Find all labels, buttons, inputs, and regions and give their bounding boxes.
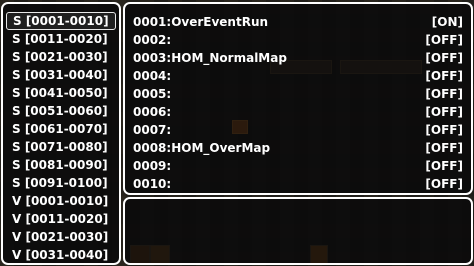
- switch-name: 0008:HOM_OverMap: [133, 141, 271, 155]
- switch-state: [OFF]: [425, 159, 463, 173]
- switch-row[interactable]: 0007: [OFF]: [133, 121, 463, 139]
- group-item[interactable]: S [0061-0070]: [6, 120, 116, 138]
- switch-list-window: 0001:OverEventRun [ON] 0002: [OFF] 0003:…: [123, 2, 473, 195]
- group-item[interactable]: S [0051-0060]: [6, 102, 116, 120]
- group-item[interactable]: S [0041-0050]: [6, 84, 116, 102]
- switch-row[interactable]: 0005: [OFF]: [133, 85, 463, 103]
- group-item[interactable]: S [0091-0100]: [6, 174, 116, 192]
- switch-state: [OFF]: [425, 51, 463, 65]
- switch-name: 0006:: [133, 105, 172, 119]
- switch-row[interactable]: 0004: [OFF]: [133, 67, 463, 85]
- switch-state: [OFF]: [425, 87, 463, 101]
- group-item[interactable]: S [0001-0010]: [6, 12, 116, 30]
- group-item[interactable]: S [0031-0040]: [6, 66, 116, 84]
- switch-row[interactable]: 0010: [OFF]: [133, 175, 463, 193]
- group-item[interactable]: V [0011-0020]: [6, 210, 116, 228]
- switch-state: [OFF]: [425, 141, 463, 155]
- group-item[interactable]: V [0031-0040]: [6, 246, 116, 264]
- switch-state: [OFF]: [425, 123, 463, 137]
- group-item[interactable]: V [0021-0030]: [6, 228, 116, 246]
- switch-name: 0003:HOM_NormalMap: [133, 51, 287, 65]
- switch-row[interactable]: 0008:HOM_OverMap [OFF]: [133, 139, 463, 157]
- switch-row[interactable]: 0001:OverEventRun [ON]: [133, 13, 463, 31]
- group-item[interactable]: S [0011-0020]: [6, 30, 116, 48]
- switch-state: [OFF]: [425, 33, 463, 47]
- switch-name: 0002:: [133, 33, 172, 47]
- switch-name: 0010:: [133, 177, 172, 191]
- switch-state: [ON]: [431, 15, 463, 29]
- switch-group-list-window: S [0001-0010] S [0011-0020] S [0021-0030…: [1, 2, 121, 265]
- switch-row[interactable]: 0002: [OFF]: [133, 31, 463, 49]
- description-window: [123, 197, 473, 265]
- switch-state: [OFF]: [425, 105, 463, 119]
- switch-name: 0009:: [133, 159, 172, 173]
- switch-row[interactable]: 0003:HOM_NormalMap [OFF]: [133, 49, 463, 67]
- switch-state: [OFF]: [425, 69, 463, 83]
- group-item[interactable]: S [0021-0030]: [6, 48, 116, 66]
- switch-row[interactable]: 0006: [OFF]: [133, 103, 463, 121]
- switch-state: [OFF]: [425, 177, 463, 191]
- switch-row[interactable]: 0009: [OFF]: [133, 157, 463, 175]
- switch-name: 0007:: [133, 123, 172, 137]
- group-item[interactable]: S [0081-0090]: [6, 156, 116, 174]
- switch-name: 0004:: [133, 69, 172, 83]
- switch-name: 0001:OverEventRun: [133, 15, 269, 29]
- group-item[interactable]: S [0071-0080]: [6, 138, 116, 156]
- group-item[interactable]: V [0001-0010]: [6, 192, 116, 210]
- switch-name: 0005:: [133, 87, 172, 101]
